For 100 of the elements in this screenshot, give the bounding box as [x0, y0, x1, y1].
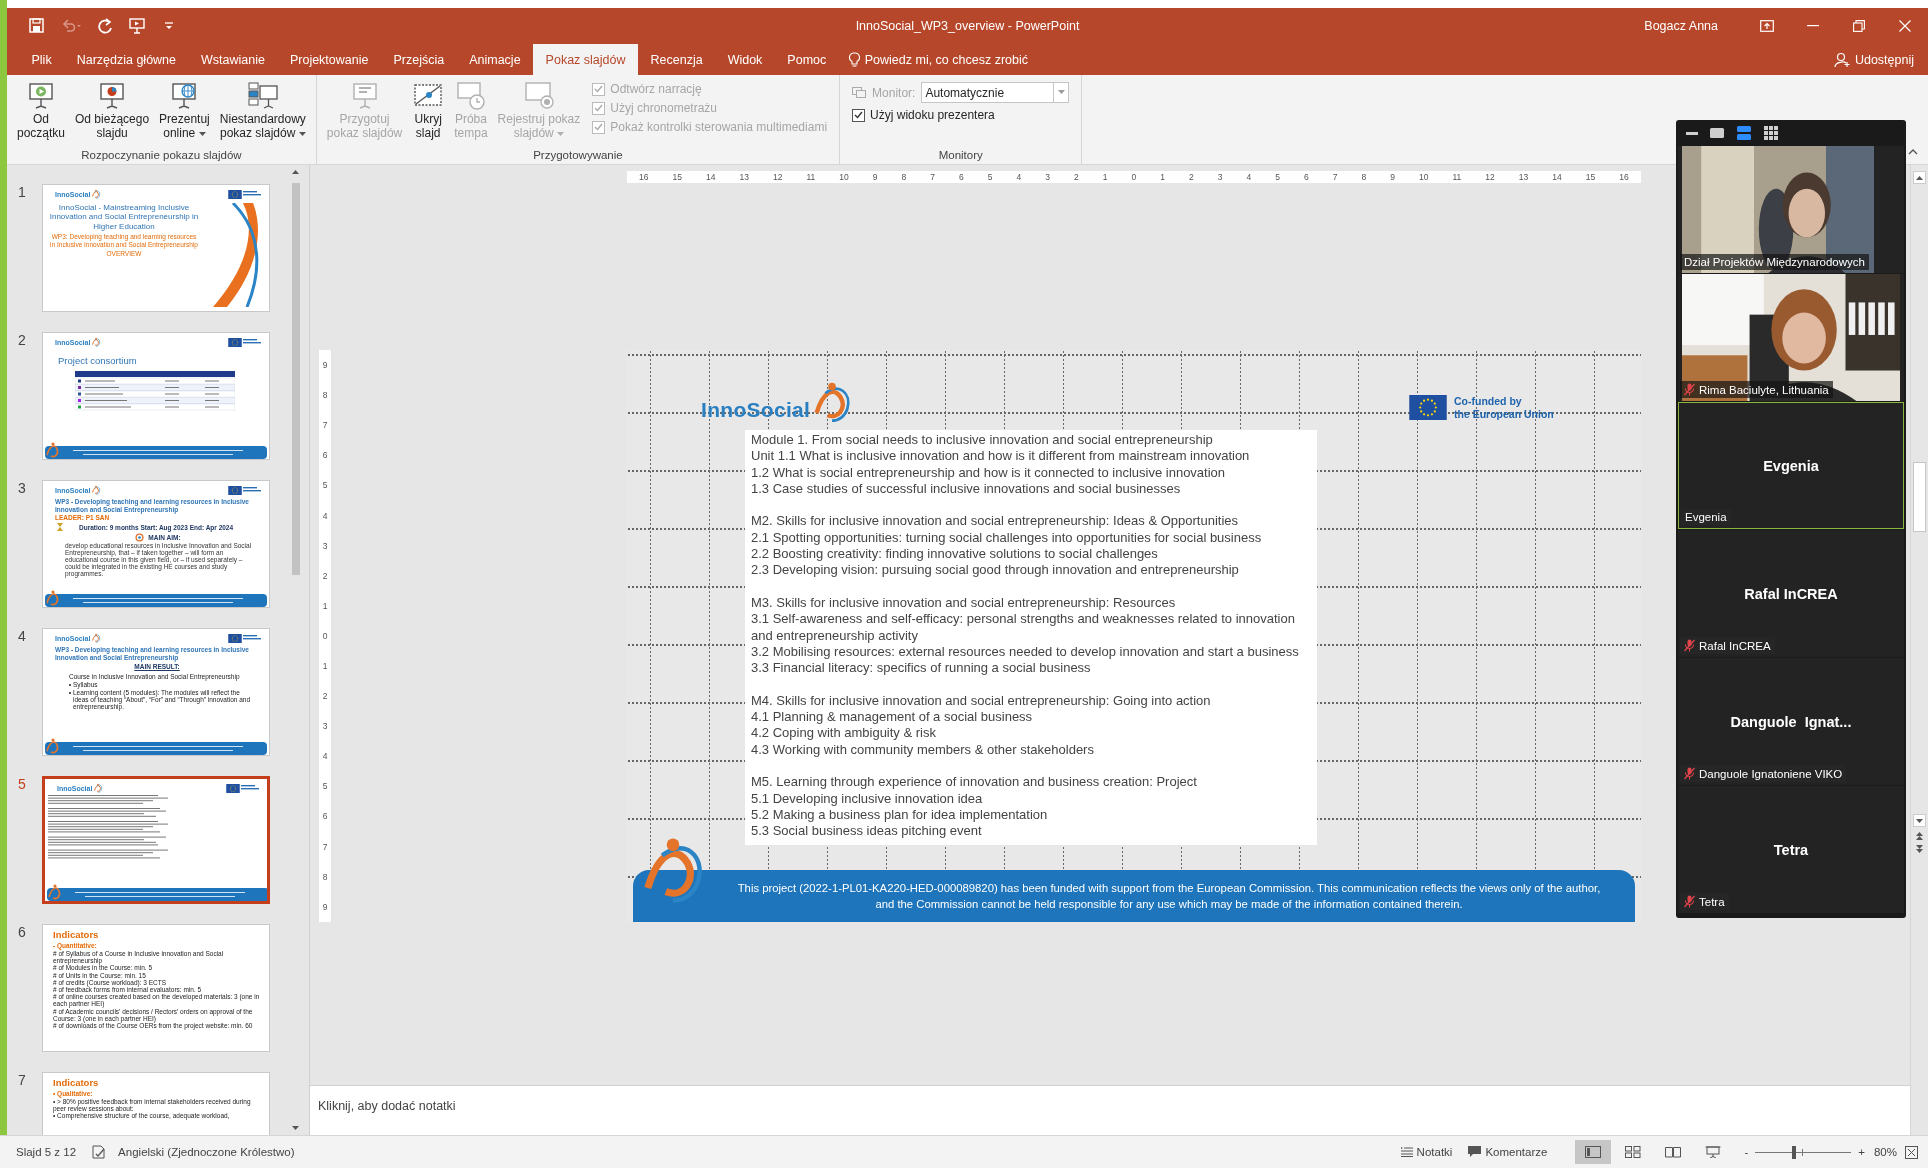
participant-display-name: Evgenia [1763, 457, 1819, 474]
slide-text: 5.2 Making a business plan for idea implementation [751, 806, 1049, 824]
participant-tile[interactable]: Evgenia Evgenia [1678, 402, 1904, 529]
user-name: Bogacz Anna [1644, 19, 1718, 33]
ruler-number: 4 [1246, 172, 1252, 182]
ruler-number: 13 [739, 172, 749, 182]
participant-tile[interactable]: Dział Projektów Międzynarodowych [1678, 146, 1904, 273]
slide-text: Module 1. From social needs to inclusive innovation and social entrepreneurship [751, 432, 1214, 449]
ruler-number: 5 [987, 172, 993, 182]
ruler-number: 10 [839, 172, 849, 182]
slide-text: 2.2 Boosting creativity: finding innovative solutions to social challenges [751, 546, 1159, 563]
ruler-number: 3 [1045, 172, 1050, 182]
notes-button[interactable]: Notatki [1392, 1146, 1461, 1158]
footer-text: This project (2022-1-PL01-KA220-HED-000089820) has been funded with support from the European Commission. This communication reflects the views only of the author, and the Commission cannot be held responsible for any use which may be made of the information contained therein. [736, 881, 1602, 912]
slide-text: 4.2 Coping with ambiguity & risk [751, 725, 937, 742]
participant-tile[interactable]: Rafal InCREA Rafal InCREA [1678, 530, 1904, 657]
slide-number: 7 [17, 1072, 27, 1088]
ruler-number: 5 [322, 480, 328, 491]
slide-text: 5.3 Social business ideas pitching event [751, 823, 983, 840]
ruler-number: 8 [322, 871, 328, 882]
checkbox[interactable]: Użyj widoku prezentera [852, 108, 1070, 122]
ruler-number: 2 [1074, 172, 1079, 182]
ribbon-tab[interactable]: Pomoc [774, 44, 839, 75]
slide-indicator: Slajd 5 z 12 [16, 1146, 77, 1158]
ruler-number: 9 [872, 172, 878, 182]
ruler-number: 5 [322, 781, 328, 792]
ribbon-tab[interactable]: Narzędzia główne [64, 44, 189, 75]
slide-number: 2 [17, 332, 27, 348]
participant-tile[interactable]: Tetra Tetra [1678, 786, 1904, 913]
ribbon-tab[interactable]: Przejścia [380, 44, 457, 75]
ribbon-button[interactable]: Od bieżącego slajdu [71, 78, 154, 142]
ruler-number: 9 [1390, 172, 1395, 182]
slide-number: 4 [17, 628, 27, 644]
zoom-in-button[interactable]: + [1853, 1146, 1870, 1158]
comments-button[interactable]: Komentarze [1460, 1146, 1556, 1158]
share-button[interactable]: Udostępnij [1825, 44, 1928, 75]
ruler-number: 2 [322, 691, 328, 702]
slide-text: 5.1 Developing inclusive innovation idea [751, 790, 984, 807]
notes-placeholder[interactable]: Kliknij, aby dodać notatki [318, 1099, 456, 1113]
slide-text: M2. Skills for inclusive innovation and social entrepreneurship: Ideas & Opportunities [751, 513, 1240, 530]
slide-number: 6 [17, 924, 27, 940]
participant-tile[interactable]: Rima Baciulyte, Lithuania [1678, 274, 1904, 401]
ruler-number: 16 [1619, 172, 1629, 182]
participant-tile[interactable]: Danguole Ignat... Danguole Ignatoniene VIKO [1678, 658, 1904, 785]
participant-display-name: Rafal InCREA [1744, 585, 1838, 602]
ruler-number: 4 [1016, 172, 1022, 182]
slide-text: 4.1 Planning & management of a social business [751, 709, 1034, 726]
ribbon-tab[interactable]: Widok [715, 44, 775, 75]
ruler-number: 6 [322, 811, 328, 822]
ribbon-button[interactable]: Prezentuj online [155, 78, 214, 142]
tell-me-field[interactable]: Powiedz mi, co chcesz zrobić [838, 44, 1039, 75]
slide-number: 3 [17, 480, 27, 496]
ruler-number: 7 [322, 420, 328, 431]
ruler-number: 14 [705, 172, 716, 182]
ruler-number: 6 [1304, 172, 1309, 182]
ruler-number: 2 [322, 570, 328, 581]
slide-text: M5. Learning through experience of innovation and business creation: Project [751, 774, 1198, 791]
ruler-number: 1 [322, 600, 328, 611]
language-indicator[interactable]: Angielski (Zjednoczone Królestwo) [118, 1146, 295, 1158]
ruler-number: 6 [959, 172, 964, 182]
ribbon-tab[interactable]: Wstawianie [188, 44, 278, 75]
ribbon-tab[interactable]: Recenzja [638, 44, 716, 75]
participant-name: Danguole Ignatoniene VIKO [1699, 767, 1843, 780]
ribbon-tab[interactable]: Pokaz slajdów [533, 44, 638, 75]
ribbon-button[interactable]: Od początku [13, 78, 70, 142]
slide-text: 1.3 Case studies of successful inclusive innovations and social businesses [751, 480, 1182, 498]
ruler-number: 15 [672, 172, 682, 182]
window-title: InnoSocial_WP3_overview - PowerPoint [855, 19, 1080, 33]
participant-name: Evgenia [1685, 511, 1727, 523]
ribbon-button[interactable]: Niestandardowy pokaz slajdów [215, 78, 310, 142]
ruler-number: 8 [901, 172, 907, 182]
ruler-number: 1 [1160, 172, 1165, 182]
zoom-out-button[interactable]: - [1739, 1146, 1754, 1158]
ruler-number: 11 [1452, 172, 1462, 182]
ruler-number: 0 [1131, 172, 1137, 182]
slide-number: 1 [17, 184, 27, 200]
ruler-number: 7 [322, 841, 328, 852]
ruler-number: 8 [1361, 172, 1367, 182]
logo-text: InnoSocial [701, 398, 811, 422]
ruler-number: 7 [1332, 172, 1338, 182]
ribbon-tab[interactable]: Animacje [456, 44, 534, 75]
ruler-number: 9 [322, 901, 328, 912]
participant-name: Dział Projektów Międzynarodowych [1684, 256, 1865, 268]
ruler-number: 0 [322, 630, 328, 641]
ruler-number: 3 [322, 721, 328, 732]
participant-name: Rafal InCREA [1699, 639, 1771, 652]
slide-title: Indicators [53, 1077, 100, 1088]
ribbon-button[interactable]: Ukryj slajd [408, 78, 449, 142]
slide-text: 2.3 Developing vision: pursuing social good through innovation and entrepreneurship [751, 562, 1240, 579]
zoom-level[interactable]: 80% [1869, 1146, 1903, 1158]
participant-name: Tetra [1699, 895, 1725, 908]
slide-number: 5 [17, 776, 27, 792]
ruler-number: 3 [322, 540, 328, 551]
ruler-number: 7 [930, 172, 935, 182]
slide-text: 3.3 Financial literacy: specifics of running a social business [751, 660, 1092, 677]
ribbon-tab[interactable]: Plik [19, 44, 65, 75]
ribbon-tab[interactable]: Projektowanie [277, 44, 381, 75]
slide-text: Unit 1.1 What is inclusive innovation and how is it different from mainstream innovation [751, 448, 1251, 465]
ruler-number: 12 [772, 172, 783, 182]
ruler-number: 3 [1217, 172, 1223, 182]
